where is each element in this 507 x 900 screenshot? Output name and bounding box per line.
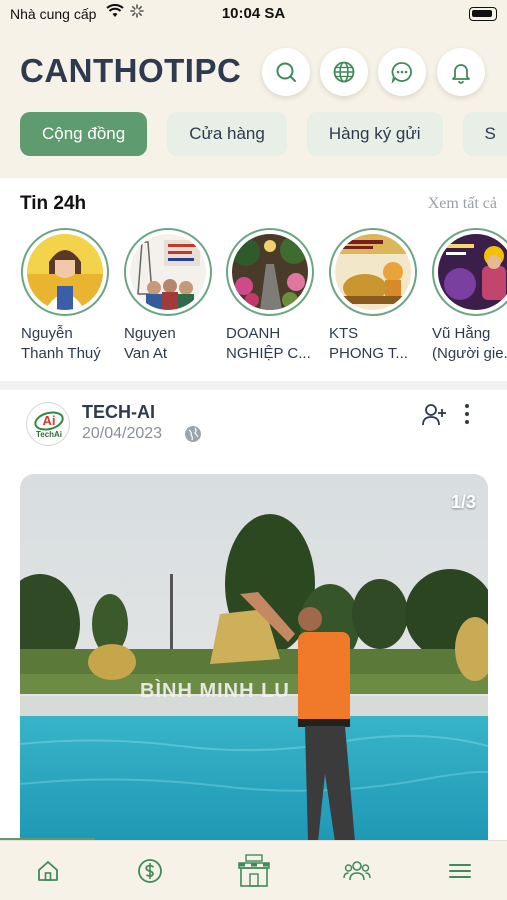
nav-home[interactable] — [30, 853, 66, 889]
brand-title: CANTHOTIPC — [20, 52, 242, 89]
tab-community[interactable]: Cộng đồng — [20, 112, 148, 156]
more-options-icon[interactable] — [460, 403, 474, 425]
photo-sign-text: BÌNH MINH LU — [140, 680, 290, 702]
app-header: CANTHOTIPC Cộng đồng Cửa hàng Hàng ký gử… — [0, 28, 507, 178]
story-name: DOANH NGHIỆP C... — [226, 325, 311, 362]
notifications-button[interactable] — [437, 48, 485, 96]
battery-icon — [469, 7, 497, 21]
post-author-name[interactable]: TECH-AI — [82, 402, 155, 423]
story-item[interactable]: Vũ Hằng(Người gie... — [432, 228, 507, 364]
story-item[interactable]: DOANH NGHIỆP C... — [226, 228, 316, 364]
menu-icon — [449, 864, 471, 878]
globe-icon — [333, 61, 355, 83]
story-item[interactable]: Nguyễn Thanh Thuý — [21, 228, 111, 364]
story-thumbnail — [335, 234, 411, 310]
messages-button[interactable] — [378, 48, 426, 96]
chat-icon — [391, 62, 412, 84]
status-bar: Nhà cung cấp 10:04 SA — [0, 0, 507, 28]
story-item[interactable]: KTS PHONG T... — [329, 228, 419, 364]
media-counter: 1/3 — [450, 492, 476, 512]
story-thumbnail — [232, 234, 308, 310]
stories-section: Tin 24h Xem tất cả Nguyễn Thanh Thuý Ngu… — [0, 178, 507, 383]
techai-logo: Ai TechAi — [34, 411, 64, 439]
status-time: 10:04 SA — [221, 5, 286, 22]
story-avatar-ring — [21, 228, 109, 316]
story-avatar-ring — [432, 228, 507, 316]
tab-more[interactable]: S — [462, 112, 507, 156]
category-tabs: Cộng đồng Cửa hàng Hàng ký gửi S — [20, 112, 507, 156]
shop-icon — [238, 854, 270, 887]
story-name: Nguyễn Thanh Thuý — [21, 325, 101, 362]
post-photo — [20, 474, 488, 842]
post-author-avatar[interactable]: Ai TechAi — [26, 402, 70, 446]
story-item[interactable]: Nguyen Van At — [124, 228, 214, 364]
see-all-link[interactable]: Xem tất cả — [428, 195, 497, 213]
story-name: Vũ Hằng(Người gie... — [432, 325, 507, 362]
search-button[interactable] — [262, 48, 310, 96]
section-divider — [0, 381, 507, 390]
post-date: 20/04/2023 — [82, 425, 163, 442]
story-thumbnail — [130, 234, 206, 310]
add-friend-icon[interactable] — [421, 402, 447, 428]
svg-text:Ai: Ai — [43, 413, 56, 428]
tab-store[interactable]: Cửa hàng — [167, 112, 287, 156]
stories-title: Tin 24h — [20, 193, 87, 214]
nav-shop[interactable] — [234, 851, 274, 891]
nav-menu[interactable] — [442, 853, 478, 889]
story-avatar-ring — [226, 228, 314, 316]
home-icon — [38, 861, 58, 881]
bottom-navigation — [0, 840, 507, 900]
people-icon — [343, 861, 371, 881]
story-name: Nguyen Van At — [124, 325, 176, 362]
search-icon — [276, 62, 296, 82]
story-thumbnail — [27, 234, 103, 310]
story-avatar-ring — [329, 228, 417, 316]
story-avatar-ring — [124, 228, 212, 316]
nav-wallet[interactable] — [132, 853, 168, 889]
post-image[interactable]: BÌNH MINH LU 1/3 — [20, 474, 488, 842]
language-button[interactable] — [320, 48, 368, 96]
story-thumbnail — [438, 234, 507, 310]
public-globe-icon — [185, 426, 201, 442]
dollar-icon — [138, 859, 162, 883]
svg-text:TechAi: TechAi — [36, 430, 62, 439]
tab-consignment[interactable]: Hàng ký gửi — [306, 112, 443, 156]
nav-community[interactable] — [339, 853, 375, 889]
bell-icon — [452, 64, 470, 84]
story-name: KTS PHONG T... — [329, 325, 408, 362]
